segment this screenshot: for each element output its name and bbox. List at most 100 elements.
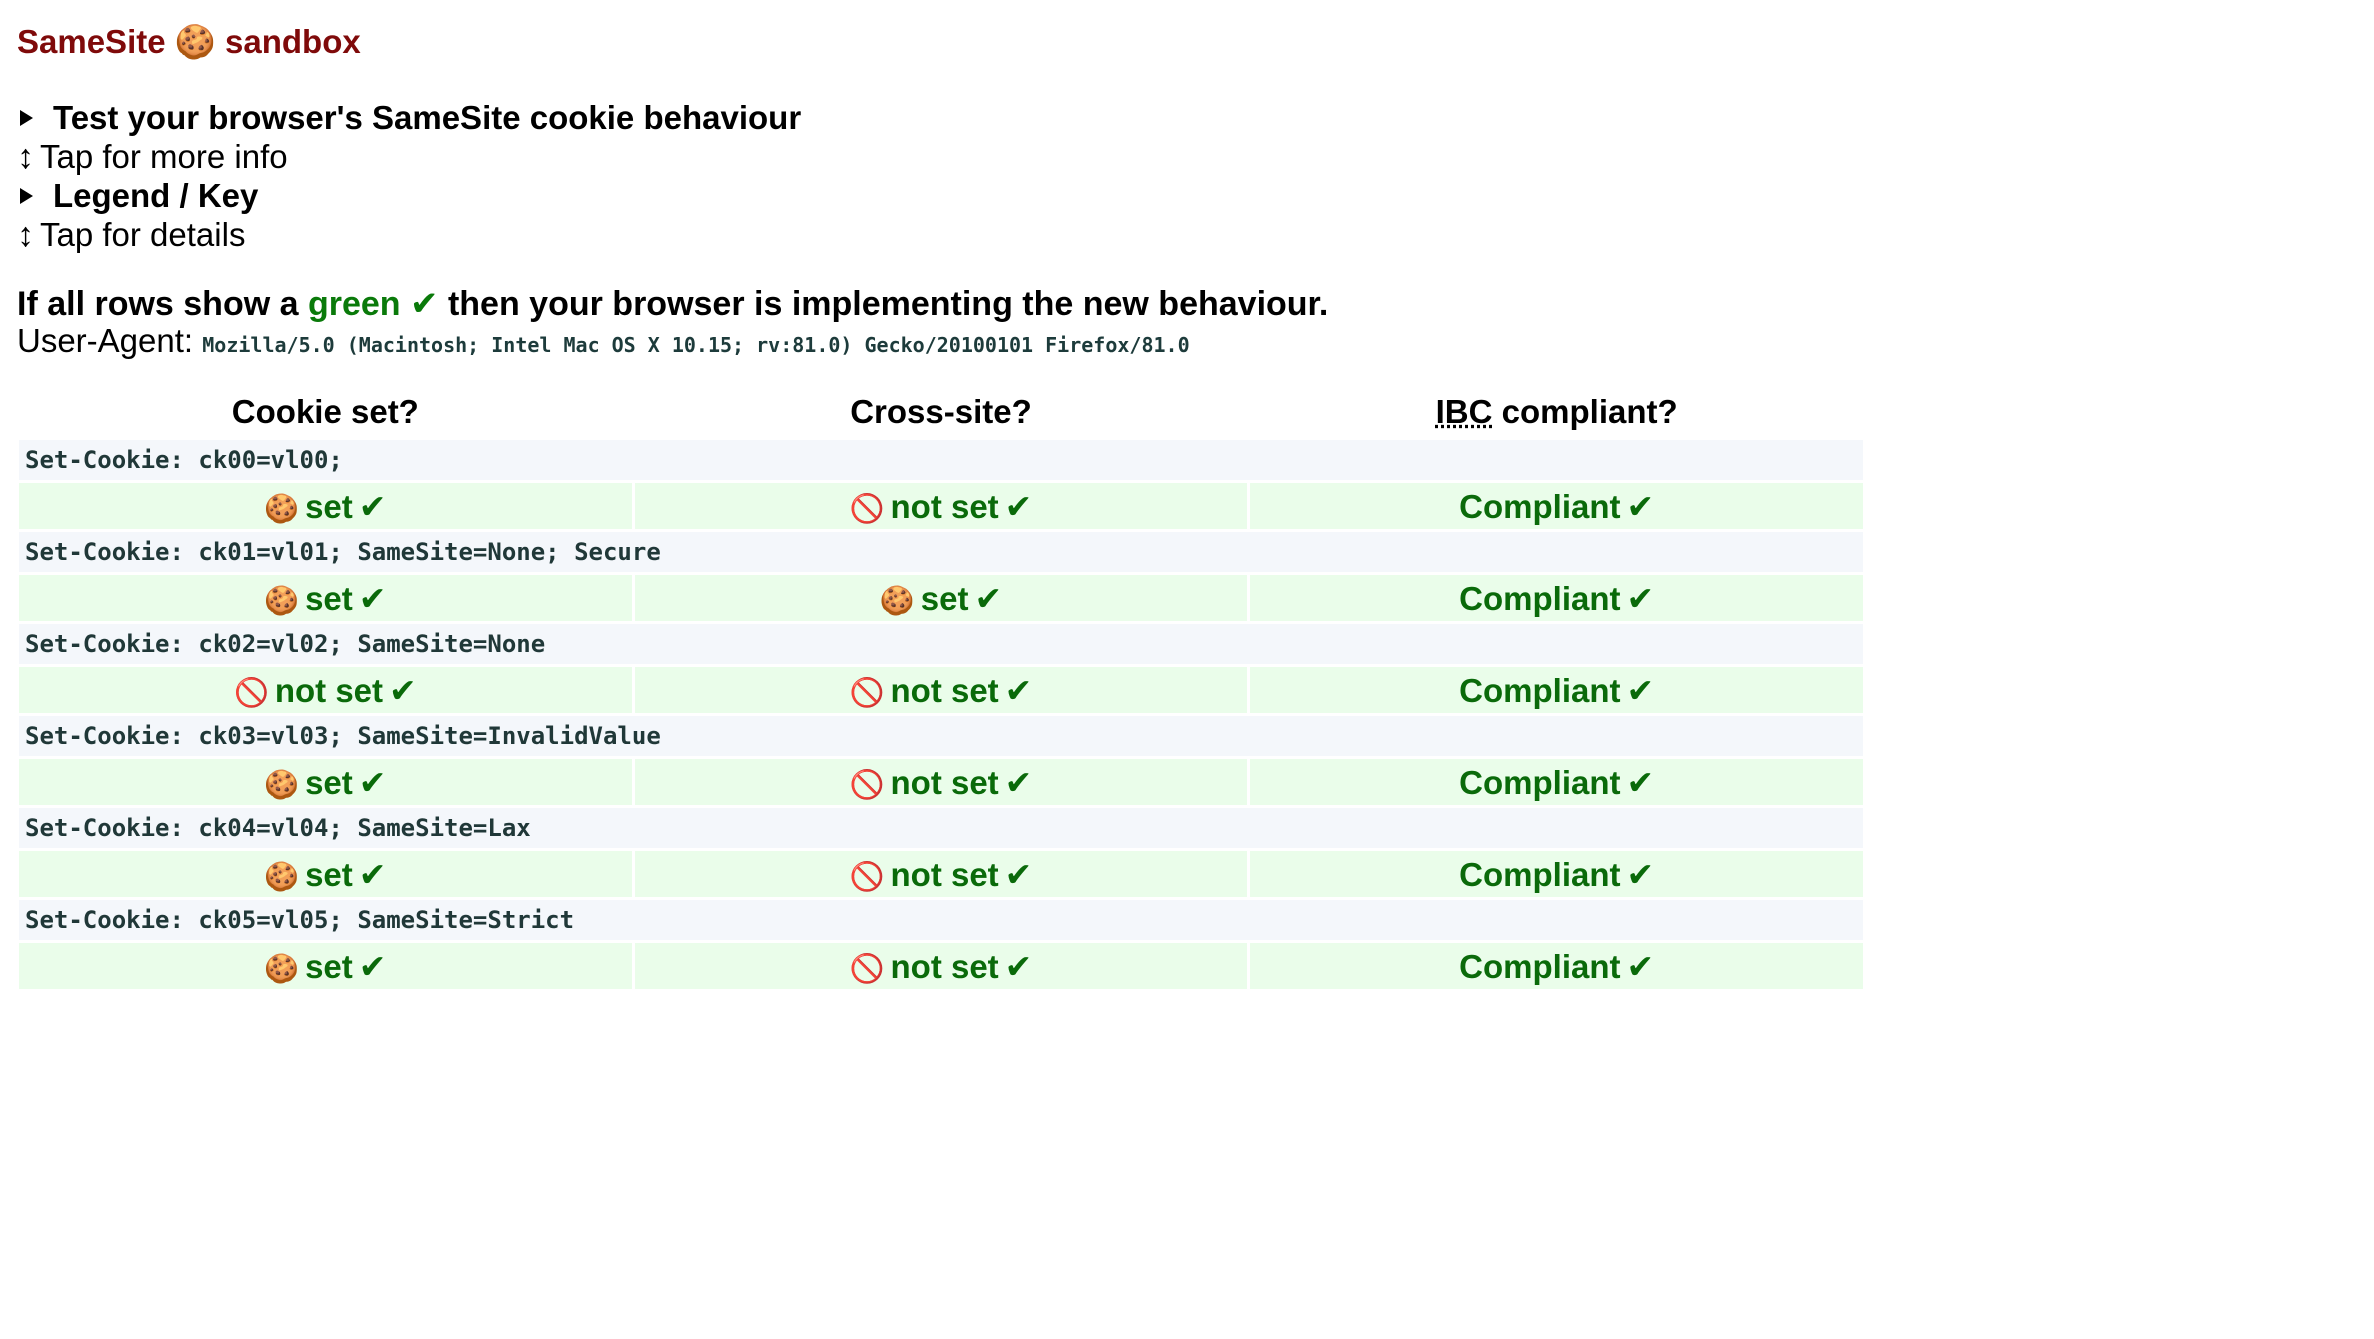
- ibc-header-rest: compliant?: [1501, 393, 1678, 430]
- details-hint: ↕ Tap for details: [17, 216, 2374, 254]
- cookie-result-row: 🚫 not set ✔ 🚫 not set ✔ Compliant ✔: [19, 667, 1863, 713]
- cross-site-cell: 🚫 not set ✔: [634, 483, 1248, 529]
- user-agent-label: User-Agent:: [17, 322, 194, 359]
- cross-site-cell-label: not set: [890, 763, 999, 801]
- set-cookie-header: Set-Cookie: ck04=vl04; SameSite=Lax: [19, 808, 1863, 848]
- details-summary-label[interactable]: Test your browser's SameSite cookie beha…: [53, 98, 801, 138]
- vertical-arrow-icon: ↕: [17, 138, 34, 176]
- title-prefix: SameSite: [17, 23, 166, 60]
- statement-green-word: green: [307, 285, 401, 323]
- cookie-set-cell: 🍪 set ✔: [19, 943, 632, 989]
- check-icon: ✔: [1626, 763, 1655, 801]
- cross-site-cell: 🚫 not set ✔: [634, 667, 1248, 713]
- cross-site-cell: 🍪 set ✔: [634, 575, 1248, 621]
- compliance-cell: Compliant ✔: [1250, 943, 1863, 989]
- results-table: Cookie set? Cross-site? IBC compliant? S…: [16, 384, 1866, 992]
- cookie-header-row: Set-Cookie: ck04=vl04; SameSite=Lax: [19, 808, 1863, 848]
- table-header-row: Cookie set? Cross-site? IBC compliant?: [19, 387, 1863, 437]
- cookie-icon: 🍪: [264, 860, 300, 892]
- cookie-set-cell: 🍪 set ✔: [19, 759, 632, 805]
- check-icon: ✔: [1004, 947, 1033, 985]
- cookie-header-row: Set-Cookie: ck00=vl00;: [19, 440, 1863, 480]
- set-cookie-header: Set-Cookie: ck03=vl03; SameSite=InvalidV…: [19, 716, 1863, 756]
- result-statement: If all rows show a green ✔ then your bro…: [17, 284, 2374, 324]
- cookie-icon: 🍪: [264, 584, 300, 616]
- cookie-icon: 🍪: [264, 492, 300, 524]
- statement-after: then your browser is implementing the ne…: [447, 285, 1329, 323]
- ibc-abbreviation[interactable]: IBC: [1436, 393, 1493, 430]
- cross-site-cell: 🚫 not set ✔: [634, 943, 1248, 989]
- compliance-cell: Compliant ✔: [1250, 667, 1863, 713]
- details-summary-label[interactable]: Legend / Key: [53, 176, 258, 216]
- cookie-header-row: Set-Cookie: ck03=vl03; SameSite=InvalidV…: [19, 716, 1863, 756]
- check-icon: ✔: [389, 671, 417, 709]
- cookie-result-row: 🍪 set ✔ 🚫 not set ✔ Compliant ✔: [19, 759, 1863, 805]
- cookie-result-row: 🍪 set ✔ 🚫 not set ✔ Compliant ✔: [19, 943, 1863, 989]
- check-icon: ✔: [1626, 855, 1655, 893]
- set-cookie-header: Set-Cookie: ck00=vl00;: [19, 440, 1863, 480]
- check-icon: ✔: [358, 487, 387, 525]
- cookie-set-cell: 🚫 not set ✔: [19, 667, 632, 713]
- cookie-icon: 🍪: [174, 23, 216, 60]
- cookie-header-row: Set-Cookie: ck01=vl01; SameSite=None; Se…: [19, 532, 1863, 572]
- cookie-header-row: Set-Cookie: ck02=vl02; SameSite=None: [19, 624, 1863, 664]
- set-cookie-header: Set-Cookie: ck02=vl02; SameSite=None: [19, 624, 1863, 664]
- check-icon: ✔: [358, 579, 387, 617]
- cookie-icon: 🍪: [264, 768, 300, 800]
- details-test-behaviour[interactable]: Test your browser's SameSite cookie beha…: [17, 98, 2374, 138]
- compliance-label: Compliant: [1459, 763, 1621, 801]
- blocked-icon: 🚫: [233, 676, 269, 708]
- disclosure-triangle-icon[interactable]: [20, 188, 33, 204]
- cookie-header-row: Set-Cookie: ck05=vl05; SameSite=Strict: [19, 900, 1863, 940]
- check-icon: ✔: [1004, 671, 1033, 709]
- details-legend[interactable]: Legend / Key: [17, 176, 2374, 216]
- cookie-set-cell: 🍪 set ✔: [19, 483, 632, 529]
- check-icon: ✔: [1626, 487, 1655, 525]
- cookie-result-row: 🍪 set ✔ 🚫 not set ✔ Compliant ✔: [19, 483, 1863, 529]
- cookie-icon: 🍪: [879, 584, 915, 616]
- compliance-cell: Compliant ✔: [1250, 483, 1863, 529]
- cross-site-cell: 🚫 not set ✔: [634, 851, 1248, 897]
- compliance-label: Compliant: [1459, 487, 1621, 525]
- cookie-icon: 🍪: [264, 952, 300, 984]
- title-suffix: sandbox: [225, 23, 361, 60]
- details-hint-label: Tap for details: [40, 216, 246, 253]
- cross-site-cell-label: not set: [890, 671, 999, 709]
- check-icon: ✔: [1004, 763, 1033, 801]
- user-agent-value: Mozilla/5.0 (Macintosh; Intel Mac OS X 1…: [202, 333, 1190, 357]
- cookie-set-cell-label: set: [305, 487, 353, 525]
- set-cookie-header: Set-Cookie: ck05=vl05; SameSite=Strict: [19, 900, 1863, 940]
- page: SameSite 🍪 sandbox Test your browser's S…: [0, 0, 2374, 992]
- blocked-icon: 🚫: [849, 952, 885, 984]
- cookie-set-cell: 🍪 set ✔: [19, 575, 632, 621]
- page-title: SameSite 🍪 sandbox: [17, 20, 2374, 64]
- cookie-result-row: 🍪 set ✔ 🚫 not set ✔ Compliant ✔: [19, 851, 1863, 897]
- compliance-cell: Compliant ✔: [1250, 759, 1863, 805]
- column-header-cookie-set: Cookie set?: [231, 393, 419, 430]
- check-icon: ✔: [1004, 855, 1033, 893]
- column-header-cross-site: Cross-site?: [850, 393, 1032, 430]
- cookie-set-cell: 🍪 set ✔: [19, 851, 632, 897]
- check-icon: ✔: [1004, 487, 1033, 525]
- compliance-label: Compliant: [1459, 855, 1621, 893]
- vertical-arrow-icon: ↕: [17, 216, 34, 254]
- statement-before: If all rows show a: [17, 285, 299, 323]
- compliance-label: Compliant: [1459, 671, 1621, 709]
- details-hint: ↕ Tap for more info: [17, 138, 2374, 176]
- cross-site-cell-label: not set: [890, 855, 999, 893]
- compliance-label: Compliant: [1459, 947, 1621, 985]
- blocked-icon: 🚫: [849, 492, 885, 524]
- cross-site-cell-label: set: [920, 579, 969, 617]
- disclosure-triangle-icon[interactable]: [20, 110, 33, 126]
- check-icon: ✔: [358, 763, 387, 801]
- check-icon: ✔: [410, 285, 439, 323]
- details-hint-label: Tap for more info: [40, 138, 288, 175]
- blocked-icon: 🚫: [849, 768, 885, 800]
- user-agent: User-Agent: Mozilla/5.0 (Macintosh; Inte…: [17, 324, 2374, 362]
- blocked-icon: 🚫: [849, 676, 885, 708]
- cookie-set-cell-label: set: [305, 855, 353, 893]
- check-icon: ✔: [974, 579, 1003, 617]
- cookie-set-cell-label: set: [305, 763, 353, 801]
- check-icon: ✔: [1626, 579, 1655, 617]
- cross-site-cell-label: not set: [890, 947, 999, 985]
